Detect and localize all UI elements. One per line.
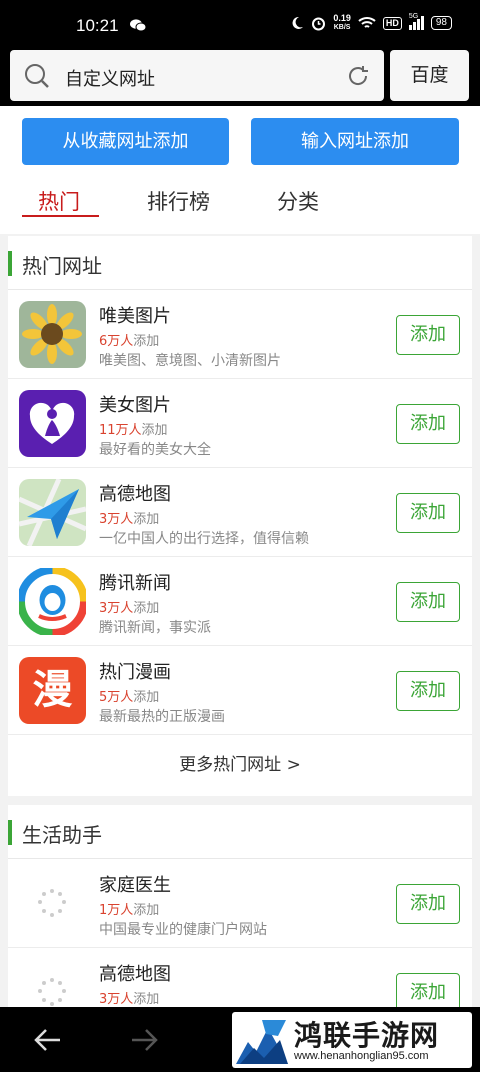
item-stat: 6万人添加 — [99, 334, 160, 349]
loading-icon — [19, 870, 86, 937]
wechat-icon — [130, 19, 146, 32]
amap-icon — [19, 479, 86, 546]
item-desc: 腾讯新闻，事实派 — [99, 620, 211, 636]
item-name: 腾讯新闻 — [99, 573, 171, 594]
item-name: 唯美图片 — [99, 306, 171, 327]
add-button[interactable]: 添加 — [396, 671, 460, 711]
active-tab-indicator — [22, 215, 99, 217]
item-stat: 1万人添加 — [99, 903, 160, 918]
manga-icon-glyph: 漫 — [32, 667, 73, 713]
item-stat: 5万人添加 — [99, 690, 160, 705]
forward-arrow-icon[interactable] — [130, 1027, 158, 1053]
tab-hot[interactable]: 热门 — [38, 186, 80, 216]
refresh-icon[interactable] — [346, 64, 370, 88]
add-by-url-button[interactable]: 输入网址添加 — [251, 118, 459, 165]
section-accent-bar — [8, 251, 12, 276]
net-speed: 0.19 KB/S — [333, 13, 351, 32]
more-hot-sites-link[interactable]: 更多热门网址 > — [8, 736, 472, 794]
life-section: 生活助手 家庭医生 1万人添加 中国最专业的健康门户网站 添加 高德地图 3万人… — [8, 805, 472, 1015]
section-title: 生活助手 — [22, 823, 102, 847]
add-from-favorites-button[interactable]: 从收藏网址添加 — [22, 118, 229, 165]
sunflower-icon — [19, 301, 86, 368]
search-engine-button[interactable]: 百度 — [390, 50, 469, 101]
list-item[interactable]: 漫 热门漫画 5万人添加 最新最热的正版漫画 添加 — [8, 646, 472, 735]
list-item[interactable]: 美女图片 11万人添加 最好看的美女大全 添加 — [8, 379, 472, 468]
add-button[interactable]: 添加 — [396, 582, 460, 622]
tab-category[interactable]: 分类 — [277, 186, 319, 216]
list-item[interactable]: 腾讯新闻 3万人添加 腾讯新闻，事实派 添加 — [8, 557, 472, 646]
add-button[interactable]: 添加 — [396, 884, 460, 924]
item-name: 家庭医生 — [99, 875, 171, 896]
item-stat: 3万人添加 — [99, 992, 160, 1007]
section-title: 热门网址 — [22, 254, 102, 278]
tencent-news-icon — [19, 568, 86, 635]
list-item[interactable]: 高德地图 3万人添加 一亿中国人的出行选择，值得信赖 添加 — [8, 468, 472, 557]
item-name: 美女图片 — [99, 395, 171, 416]
item-stat: 3万人添加 — [99, 601, 160, 616]
tab-ranking[interactable]: 排行榜 — [147, 186, 210, 216]
search-row: 自定义网址 百度 — [0, 48, 480, 106]
item-name: 高德地图 — [99, 484, 171, 505]
wifi-icon — [358, 17, 376, 28]
beauty-icon — [19, 390, 86, 457]
hd-badge: HD — [382, 16, 402, 30]
item-name: 热门漫画 — [99, 662, 171, 683]
section-accent-bar — [8, 820, 12, 845]
search-icon — [25, 64, 49, 88]
status-icons: 0.19 KB/S HD 5G 98 — [290, 13, 452, 32]
item-desc: 一亿中国人的出行选择，值得信赖 — [99, 531, 309, 547]
item-desc: 最好看的美女大全 — [99, 442, 211, 458]
signal-icon: 5G — [408, 13, 424, 30]
list-item[interactable]: 唯美图片 6万人添加 唯美图、意境图、小清新图片 添加 — [8, 290, 472, 379]
watermark-title: 鸿联手游网 — [294, 1019, 440, 1052]
section-header: 热门网址 — [8, 236, 472, 290]
watermark-logo-icon — [236, 1020, 288, 1064]
item-desc: 最新最热的正版漫画 — [99, 709, 225, 725]
moon-icon — [292, 16, 304, 29]
add-button[interactable]: 添加 — [396, 315, 460, 355]
status-time: 10:21 — [76, 16, 119, 35]
item-desc: 中国最专业的健康门户网站 — [99, 922, 267, 938]
manga-icon: 漫 — [19, 657, 86, 724]
watermark-url: www.henanhonglian95.com — [294, 1050, 429, 1062]
add-button[interactable]: 添加 — [396, 404, 460, 444]
back-arrow-icon[interactable] — [34, 1027, 62, 1053]
search-text: 自定义网址 — [65, 69, 155, 90]
hot-section: 热门网址 唯美图片 6万人添加 唯美图、意境图、小清新图片 添加 美女图片 11… — [8, 236, 472, 796]
status-bar: 10:21 0.19 KB/S HD 5G 98 — [0, 0, 480, 48]
alarm-icon — [312, 17, 326, 30]
search-input[interactable]: 自定义网址 — [10, 50, 384, 101]
section-header: 生活助手 — [8, 805, 472, 859]
add-button[interactable]: 添加 — [396, 493, 460, 533]
item-stat: 3万人添加 — [99, 512, 160, 527]
item-stat: 11万人添加 — [99, 423, 168, 438]
battery-indicator: 98 — [430, 16, 452, 30]
list-item[interactable]: 家庭医生 1万人添加 中国最专业的健康门户网站 添加 — [8, 859, 472, 948]
watermark: 鸿联手游网 www.henanhonglian95.com — [232, 1012, 472, 1068]
item-name: 高德地图 — [99, 964, 171, 985]
item-desc: 唯美图、意境图、小清新图片 — [99, 353, 281, 369]
